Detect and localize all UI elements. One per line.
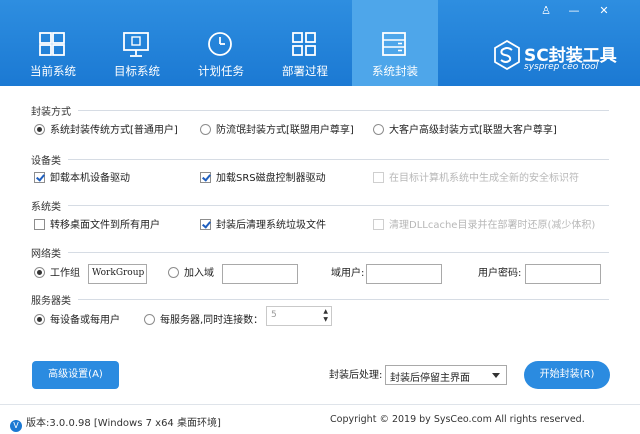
check-new-sid[interactable]: 在目标计算机系统中生成全新的安全标识符 (373, 172, 579, 188)
option-label: 工作组 (50, 268, 80, 279)
after-process-value: 封装后停留主界面 (390, 373, 470, 384)
radio-mode-traditional[interactable]: 系统封装传统方式[普通用户] (34, 124, 178, 140)
workgroup-input[interactable]: WorkGroup (88, 264, 147, 284)
section-divider (68, 205, 609, 206)
checkbox[interactable] (34, 219, 45, 230)
radio-per-server[interactable]: 每服务器,同时连接数： (144, 314, 263, 330)
grid-icon (292, 32, 316, 56)
option-label: 转移桌面文件到所有用户 (50, 220, 160, 231)
tab-system-package[interactable]: 系统封装 (352, 0, 438, 86)
tab-label: 计划任务 (198, 64, 244, 78)
chevron-down-icon (492, 373, 500, 378)
radio-button[interactable] (34, 314, 45, 325)
start-package-button[interactable]: 开始封装(R) (524, 361, 610, 389)
section-title-network: 网络类 (31, 249, 61, 260)
header-bar: 当前系统 目标系统 计划任务 部署过程 系统封装 ♙ — ✕ SC封装工具 sy… (0, 0, 640, 86)
checkbox[interactable] (373, 172, 384, 183)
tab-scheduled-tasks[interactable]: 计划任务 (178, 0, 264, 86)
section-divider (78, 299, 609, 300)
tab-label: 目标系统 (114, 64, 160, 78)
option-label: 清理DLLcache目录并在部署时还原(减少体积) (389, 220, 596, 231)
section-title-mode: 封装方式 (31, 107, 71, 118)
section-divider (78, 110, 609, 111)
after-process-select[interactable]: 封装后停留主界面 (385, 365, 507, 385)
version-icon: V (10, 420, 22, 432)
close-button[interactable]: ✕ (596, 4, 612, 18)
option-label: 系统封装传统方式[普通用户] (50, 125, 178, 136)
check-clean-junk[interactable]: 封装后清理系统垃圾文件 (200, 219, 326, 235)
section-divider (68, 159, 609, 160)
advanced-settings-button[interactable]: 高级设置(A) (32, 361, 119, 389)
tab-current-system[interactable]: 当前系统 (10, 0, 96, 86)
version-text: 版本:3.0.0.98 [Windows 7 x64 桌面环境] (26, 418, 221, 429)
option-label: 封装后清理系统垃圾文件 (216, 220, 326, 231)
user-password-label: 用户密码: (478, 268, 522, 279)
stepper-up-icon[interactable]: ▲ (323, 309, 328, 315)
version-status: V 版本:3.0.0.98 [Windows 7 x64 桌面环境] (10, 414, 221, 432)
check-uninstall-drivers[interactable]: 卸载本机设备驱动 (34, 172, 130, 188)
minimize-button[interactable]: — (566, 4, 582, 18)
option-label: 每服务器,同时连接数： (160, 315, 264, 326)
domain-user-label: 域用户: (331, 268, 365, 279)
tab-label: 系统封装 (372, 64, 418, 78)
section-title-system: 系统类 (31, 202, 61, 213)
monitor-icon (123, 32, 149, 57)
user-icon[interactable]: ♙ (538, 4, 554, 18)
connections-value: 5 (271, 310, 277, 320)
radio-button[interactable] (34, 267, 45, 278)
check-load-srs-driver[interactable]: 加载SRS磁盘控制器驱动 (200, 172, 326, 188)
checkbox[interactable] (373, 219, 384, 230)
domain-input[interactable] (222, 264, 298, 284)
footer-divider (0, 404, 640, 405)
tab-target-system[interactable]: 目标系统 (94, 0, 180, 86)
radio-workgroup[interactable]: 工作组 (34, 267, 80, 283)
radio-per-device[interactable]: 每设备或每用户 (34, 314, 120, 330)
checkbox[interactable] (200, 219, 211, 230)
radio-button[interactable] (373, 124, 384, 135)
radio-button[interactable] (168, 267, 179, 278)
option-label: 卸载本机设备驱动 (50, 173, 130, 184)
radio-button[interactable] (34, 124, 45, 135)
sc-logo-icon (494, 40, 520, 70)
brand-subtitle: sysprep ceo tool (524, 62, 599, 72)
tab-label: 当前系统 (30, 64, 76, 78)
radio-join-domain[interactable]: 加入域 (168, 267, 214, 283)
option-label: 加载SRS磁盘控制器驱动 (216, 173, 326, 184)
option-label: 每设备或每用户 (50, 315, 120, 326)
copyright-text: Copyright © 2019 by SysCeo.com All right… (330, 414, 585, 425)
user-password-input[interactable] (525, 264, 601, 284)
radio-mode-anti-rogue[interactable]: 防流氓封装方式[联盟用户尊享] (200, 124, 354, 140)
package-icon (382, 32, 406, 56)
windows-icon (39, 32, 65, 56)
section-divider (68, 252, 609, 253)
stepper-down-icon[interactable]: ▼ (323, 317, 328, 323)
option-label: 防流氓封装方式[联盟用户尊享] (216, 125, 354, 136)
brand: SC封装工具 sysprep ceo tool (494, 40, 634, 76)
checkbox[interactable] (34, 172, 45, 183)
after-process-label: 封装后处理: (329, 370, 383, 381)
checkbox[interactable] (200, 172, 211, 183)
check-move-desktop-files[interactable]: 转移桌面文件到所有用户 (34, 219, 160, 235)
option-label: 加入域 (184, 268, 214, 279)
check-clean-dllcache[interactable]: 清理DLLcache目录并在部署时还原(减少体积) (373, 219, 595, 235)
radio-button[interactable] (200, 124, 211, 135)
domain-user-input[interactable] (366, 264, 442, 284)
radio-mode-enterprise[interactable]: 大客户高级封装方式[联盟大客户尊享] (373, 124, 557, 140)
connections-stepper[interactable]: 5 ▲ ▼ (266, 306, 332, 326)
option-label: 大客户高级封装方式[联盟大客户尊享] (389, 125, 557, 136)
clock-icon (208, 32, 232, 56)
section-title-devices: 设备类 (31, 156, 61, 167)
option-label: 在目标计算机系统中生成全新的安全标识符 (389, 173, 579, 184)
tab-deploy-process[interactable]: 部署过程 (262, 0, 348, 86)
radio-button[interactable] (144, 314, 155, 325)
section-title-server: 服务器类 (31, 296, 71, 307)
tab-label: 部署过程 (282, 64, 328, 78)
